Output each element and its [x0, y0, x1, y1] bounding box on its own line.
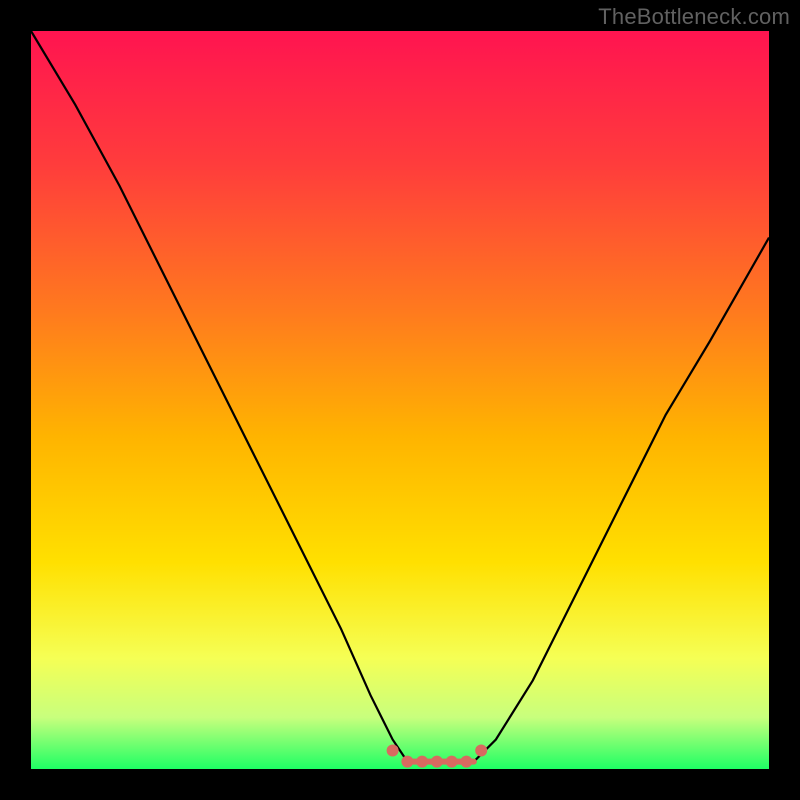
marker-dot: [387, 745, 399, 757]
marker-dot: [460, 756, 472, 768]
watermark-text: TheBottleneck.com: [598, 4, 790, 30]
marker-dot: [475, 745, 487, 757]
chart-stage: TheBottleneck.com: [0, 0, 800, 800]
marker-dot: [431, 756, 443, 768]
marker-dot: [401, 756, 413, 768]
marker-dot: [416, 756, 428, 768]
marker-dot: [446, 756, 458, 768]
gradient-panel: [31, 31, 769, 769]
bottleneck-chart: [0, 0, 800, 800]
